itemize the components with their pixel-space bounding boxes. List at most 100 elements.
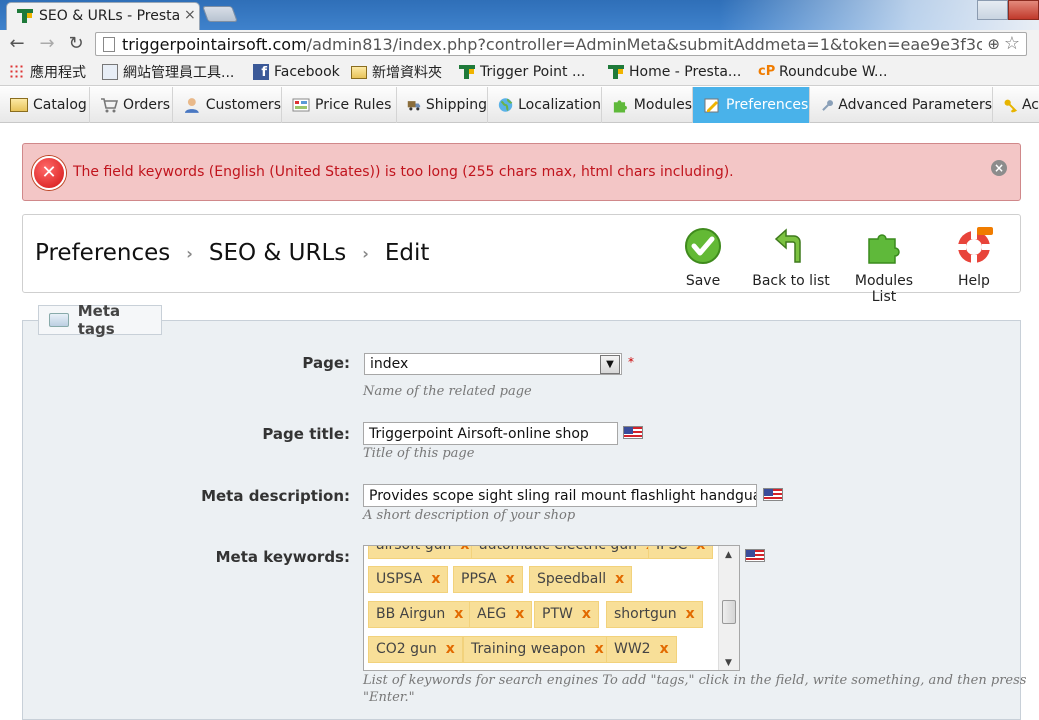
triggerpoint-icon xyxy=(608,65,624,79)
browser-toolbar: ← → ↻ triggerpointairsoft.com/admin813/i… xyxy=(0,30,1039,58)
menu-item-preferences[interactable]: Preferences xyxy=(693,87,810,123)
bookmark-star-icon[interactable]: ☆ xyxy=(1004,33,1020,54)
tag-remove-icon[interactable]: x xyxy=(686,606,695,622)
us-flag-icon[interactable] xyxy=(745,549,765,562)
bookmark-home-presta[interactable]: Home - Presta... xyxy=(608,62,741,82)
page-icon xyxy=(103,37,115,52)
puzzle-icon xyxy=(868,234,900,264)
page-title-input[interactable]: Triggerpoint Airsoft-online shop xyxy=(363,422,618,445)
help-label: Help xyxy=(958,273,990,289)
tag-remove-icon[interactable]: x xyxy=(446,641,455,657)
bookmark-roundcube[interactable]: cP Roundcube W... xyxy=(758,62,887,82)
keywords-scrollbar[interactable]: ▲ ▼ xyxy=(718,546,739,670)
scroll-up-icon[interactable]: ▲ xyxy=(725,550,732,560)
bookmark-label: Home - Presta... xyxy=(629,64,742,80)
breadcrumb-preferences[interactable]: Preferences xyxy=(35,240,170,266)
address-bar[interactable]: triggerpointairsoft.com/admin813/index.p… xyxy=(95,32,1027,56)
window-close-button[interactable] xyxy=(1008,0,1039,20)
new-tab-button[interactable] xyxy=(202,6,238,22)
bookmark-label: Facebook xyxy=(274,64,340,80)
reload-icon[interactable]: ↻ xyxy=(65,34,87,56)
bookmark-folder[interactable]: 新增資料夾 xyxy=(351,62,442,82)
help-button[interactable]: Help xyxy=(949,227,999,289)
meta-keywords-tags-input[interactable]: airsoft gunx automatic electric gunx IPS… xyxy=(363,545,740,671)
tag-label: WW2 xyxy=(614,641,651,657)
menu-item-label: Ac xyxy=(1021,97,1039,113)
keyword-tag: PTW x xyxy=(534,601,599,628)
triggerpoint-icon xyxy=(459,65,475,79)
globe-icon xyxy=(498,98,513,112)
menu-item-label: Catalog xyxy=(33,97,87,113)
tab-close-icon[interactable]: × xyxy=(184,7,196,23)
tag-remove-icon[interactable]: x xyxy=(515,606,524,622)
chevron-right-icon: › xyxy=(362,243,369,263)
bookmark-facebook[interactable]: f Facebook xyxy=(253,62,340,82)
page-title-label: Page title: xyxy=(262,425,350,443)
meta-description-label: Meta description: xyxy=(201,487,350,505)
save-button[interactable]: Save xyxy=(675,227,731,289)
back-to-list-label: Back to list xyxy=(752,273,830,289)
key-icon xyxy=(1004,99,1017,113)
menu-item-shipping[interactable]: Shipping xyxy=(397,87,488,123)
menu-item-advanced-parameters[interactable]: Advanced Parameters xyxy=(810,87,993,123)
breadcrumb-seo-urls[interactable]: SEO & URLs xyxy=(209,240,346,266)
keyword-tag: USPSA x xyxy=(368,566,449,593)
user-icon xyxy=(184,98,199,113)
back-to-list-button[interactable]: Back to list xyxy=(751,227,831,289)
bookmark-label: Trigger Point ... xyxy=(480,64,586,80)
bookmark-apps[interactable]: 應用程式 xyxy=(9,62,86,82)
keyword-tag: airsoft gun x xyxy=(368,546,478,559)
forward-arrow-icon[interactable]: → xyxy=(36,34,58,56)
tag-remove-icon[interactable]: x xyxy=(615,571,624,587)
keyword-tag: Speedball x xyxy=(529,566,633,593)
tag-label: IPSC xyxy=(656,545,688,553)
close-icon[interactable]: × xyxy=(991,160,1007,176)
menu-item-price-rules[interactable]: Price Rules xyxy=(282,87,397,123)
scroll-thumb[interactable] xyxy=(722,600,736,624)
save-label: Save xyxy=(685,273,721,289)
menu-item-localization[interactable]: Localization xyxy=(488,87,602,123)
menu-item-orders[interactable]: Orders xyxy=(90,87,173,123)
keyword-tag: PPSA x xyxy=(453,566,523,593)
bookmark-label: Roundcube W... xyxy=(779,64,888,80)
us-flag-icon[interactable] xyxy=(623,426,643,439)
keyword-tag: Training weapon x xyxy=(463,636,612,663)
bookmark-triggerpoint[interactable]: Trigger Point ... xyxy=(459,62,585,82)
us-flag-icon[interactable] xyxy=(763,488,783,501)
tag-remove-icon[interactable]: x xyxy=(696,546,705,553)
menu-item-label: Price Rules xyxy=(315,97,392,113)
keyword-tag: CO2 gun x xyxy=(368,636,463,663)
tag-remove-icon[interactable]: x xyxy=(454,606,463,622)
page-header: Preferences › SEO & URLs › Edit Save Bac… xyxy=(22,214,1021,305)
apps-icon xyxy=(9,64,25,80)
url-path: /admin813/index.php?controller=AdminMeta… xyxy=(306,35,982,54)
tag-label: Training weapon xyxy=(471,641,586,657)
menu-item-catalog[interactable]: Catalog xyxy=(0,87,90,123)
window-minimize-button[interactable] xyxy=(977,0,1008,20)
zoom-icon[interactable]: ⊕ xyxy=(987,35,1000,53)
menu-item-modules[interactable]: Modules xyxy=(602,87,693,123)
meta-description-input[interactable]: Provides scope sight sling rail mount fl… xyxy=(363,484,757,507)
menu-item-administration[interactable]: Ac xyxy=(993,87,1039,123)
scroll-down-icon[interactable]: ▼ xyxy=(725,658,732,668)
url-text[interactable]: triggerpointairsoft.com/admin813/index.p… xyxy=(122,35,982,54)
tag-remove-icon[interactable]: x xyxy=(506,571,515,587)
page-title-hint: Title of this page xyxy=(363,446,475,461)
tag-remove-icon[interactable]: x xyxy=(460,546,469,553)
bookmarks-bar: 應用程式 網站管理員工具... f Facebook 新增資料夾 Trigger… xyxy=(0,58,1039,86)
modules-list-button[interactable]: Modules List xyxy=(841,227,927,305)
error-message: The field keywords (English (United Stat… xyxy=(73,164,734,180)
browser-tab-active[interactable]: SEO & URLs - Presta × xyxy=(6,2,200,30)
tag-remove-icon[interactable]: x xyxy=(582,606,591,622)
tab-title: SEO & URLs - Presta xyxy=(39,8,179,24)
page-select[interactable]: index ▼ xyxy=(364,353,622,375)
back-arrow-icon[interactable]: ← xyxy=(6,34,28,56)
price-rules-icon xyxy=(292,98,310,112)
bookmark-webmaster[interactable]: 網站管理員工具... xyxy=(102,62,234,82)
required-marker: * xyxy=(628,355,634,369)
keyboard-icon xyxy=(49,313,69,327)
tag-remove-icon[interactable]: x xyxy=(595,641,604,657)
tag-remove-icon[interactable]: x xyxy=(660,641,669,657)
menu-item-customers[interactable]: Customers xyxy=(173,87,282,123)
tag-remove-icon[interactable]: x xyxy=(431,571,440,587)
